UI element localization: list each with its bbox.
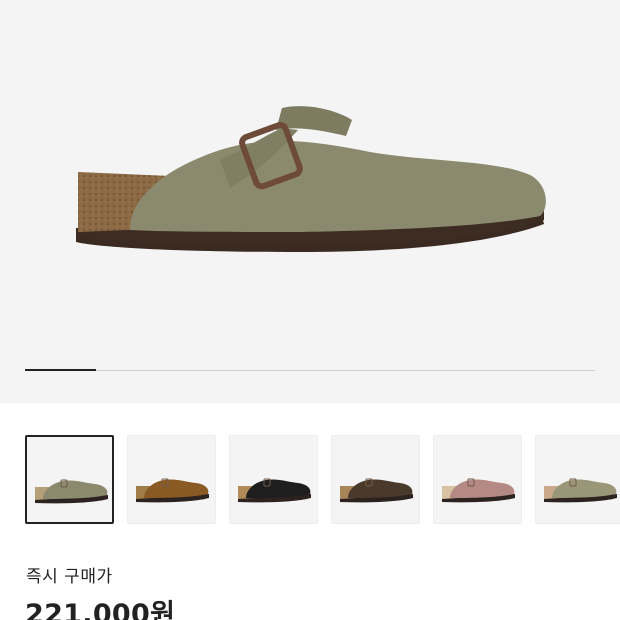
thumbnail-shoe-image [136,478,209,503]
product-main-image [76,106,546,252]
thumbnail-stone[interactable] [535,435,620,524]
thumbnail-shoe-image [35,479,108,504]
thumbnail-black[interactable] [229,435,318,524]
price-label: 즉시 구매가 [26,567,113,587]
thumbnail-mink[interactable] [127,435,216,524]
thumbnail-strip [0,435,620,525]
product-image-gallery[interactable] [0,0,620,403]
gallery-progress-fill [25,369,97,371]
thumbnail-shoe-image [340,478,413,503]
gallery-progress-bar [25,369,595,371]
price-value: 221,000원 [25,599,176,620]
thumbnail-taupe[interactable] [25,435,114,524]
thumbnail-shoe-image [544,478,617,503]
thumbnail-pink[interactable] [433,435,522,524]
thumbnail-mocha[interactable] [331,435,420,524]
thumbnail-shoe-image [238,478,311,503]
thumbnail-shoe-image [442,478,515,503]
